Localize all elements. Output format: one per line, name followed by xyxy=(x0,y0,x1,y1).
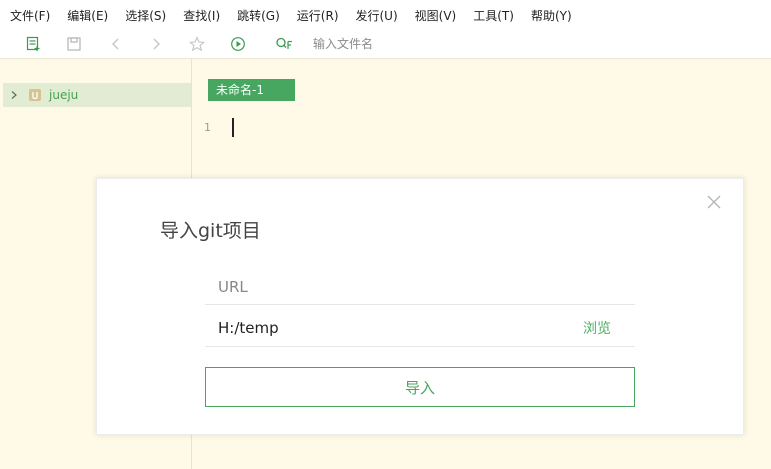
menu-run[interactable]: 运行(R) xyxy=(287,7,339,24)
browse-button[interactable]: 浏览 xyxy=(583,318,635,338)
forward-icon[interactable] xyxy=(148,36,164,52)
tree-item-label: jueju xyxy=(49,88,79,102)
import-button[interactable]: 导入 xyxy=(205,367,635,407)
path-field[interactable]: H:/temp 浏览 xyxy=(205,309,635,347)
tree-item-project[interactable]: jueju xyxy=(3,83,191,107)
app-window: 文件(F) 编辑(E) 选择(S) 查找(I) 跳转(G) 运行(R) 发行(U… xyxy=(0,0,771,469)
url-placeholder: URL xyxy=(218,278,248,296)
search-file-icon[interactable] xyxy=(275,36,295,52)
back-icon[interactable] xyxy=(108,36,124,52)
line-number: 1 xyxy=(204,121,211,134)
dialog-title: 导入git项目 xyxy=(160,220,261,242)
text-caret xyxy=(232,118,234,137)
menu-help[interactable]: 帮助(Y) xyxy=(521,7,572,24)
new-file-icon[interactable] xyxy=(25,36,41,52)
menu-tools[interactable]: 工具(T) xyxy=(463,7,514,24)
menu-goto[interactable]: 跳转(G) xyxy=(227,7,280,24)
path-value: H:/temp xyxy=(218,318,279,337)
import-git-dialog: 导入git项目 URL H:/temp 浏览 导入 xyxy=(96,178,744,435)
menu-select[interactable]: 选择(S) xyxy=(115,7,166,24)
menu-edit[interactable]: 编辑(E) xyxy=(57,7,108,24)
file-search-input[interactable]: 输入文件名 xyxy=(313,36,373,52)
tab-untitled-1[interactable]: 未命名-1 xyxy=(208,79,295,101)
menu-find[interactable]: 查找(I) xyxy=(173,7,220,24)
toolbar: 输入文件名 xyxy=(0,30,771,59)
run-icon[interactable] xyxy=(230,36,246,52)
save-icon[interactable] xyxy=(66,36,82,52)
chevron-right-icon[interactable] xyxy=(9,90,21,100)
menu-bar: 文件(F) 编辑(E) 选择(S) 查找(I) 跳转(G) 运行(R) 发行(U… xyxy=(0,0,771,30)
menu-file[interactable]: 文件(F) xyxy=(0,7,50,24)
project-icon xyxy=(29,89,41,101)
menu-publish[interactable]: 发行(U) xyxy=(346,7,398,24)
star-icon[interactable] xyxy=(189,36,205,52)
close-icon[interactable] xyxy=(707,194,721,209)
url-field[interactable]: URL xyxy=(205,270,635,305)
menu-view[interactable]: 视图(V) xyxy=(405,7,457,24)
